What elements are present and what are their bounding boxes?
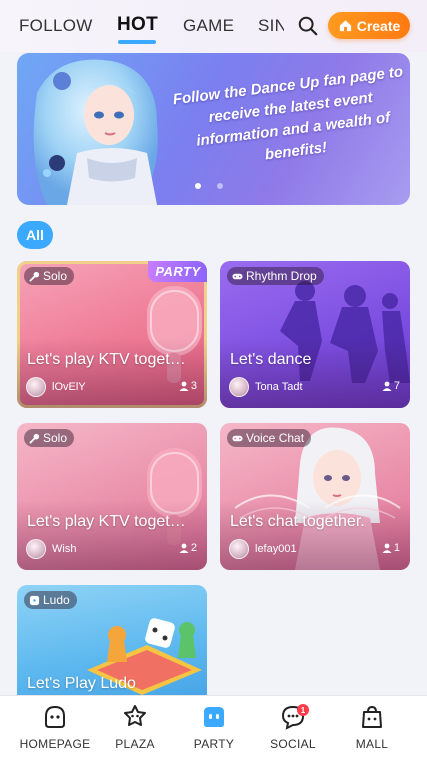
room-host-name: Tona Tadt bbox=[255, 381, 303, 393]
card-shade bbox=[17, 338, 207, 408]
person-icon bbox=[179, 381, 189, 391]
nav-label: SOCIAL bbox=[270, 737, 316, 751]
avatar bbox=[229, 377, 249, 397]
person-icon bbox=[382, 543, 392, 553]
avatar bbox=[26, 539, 46, 559]
member-count-value: 7 bbox=[393, 380, 400, 392]
bottom-navigation: HOMEPAGE PLAZA PARTY SOCIAL 1 MALL bbox=[0, 695, 427, 759]
member-count: 3 bbox=[179, 380, 197, 392]
banner-pagination bbox=[195, 183, 223, 189]
room-card[interactable]: Voice Chat Let's chat together. lefay001… bbox=[220, 423, 410, 570]
member-count-value: 1 bbox=[393, 542, 400, 554]
mall-icon bbox=[362, 705, 382, 728]
dice-icon bbox=[29, 595, 40, 605]
home-icon bbox=[339, 20, 351, 32]
search-icon[interactable] bbox=[297, 15, 319, 37]
room-host-name: lefay001 bbox=[255, 543, 297, 555]
nav-social[interactable]: SOCIAL 1 bbox=[253, 702, 333, 751]
room-title: Let's play KTV toget… bbox=[27, 351, 186, 368]
room-host-name: lOvElY bbox=[52, 381, 86, 393]
nav-mall[interactable]: MALL bbox=[332, 702, 412, 751]
pagination-dot bbox=[195, 183, 201, 189]
nav-label: PARTY bbox=[193, 737, 235, 751]
gamepad-icon bbox=[232, 273, 243, 279]
top-bar: FOLLOW HOT GAME SIN Create bbox=[0, 0, 427, 52]
create-button-label: Create bbox=[356, 17, 401, 34]
tab-game[interactable]: GAME bbox=[183, 16, 234, 36]
nav-label: PLAZA bbox=[115, 737, 155, 751]
promo-banner[interactable]: Follow the Dance Up fan page to receive … bbox=[17, 53, 410, 205]
active-tab-indicator bbox=[118, 40, 156, 44]
room-tag: Voice Chat bbox=[227, 429, 312, 447]
nav-label: HOMEPAGE bbox=[19, 737, 91, 751]
pagination-dot bbox=[217, 183, 223, 189]
plaza-icon bbox=[124, 705, 146, 726]
room-tag-label: Voice Chat bbox=[246, 431, 305, 445]
room-tag: Ludo bbox=[24, 591, 77, 609]
tab-hot[interactable]: HOT bbox=[117, 14, 158, 36]
microphone-icon bbox=[29, 433, 40, 444]
avatar bbox=[229, 539, 249, 559]
member-count: 7 bbox=[382, 380, 400, 392]
party-icon bbox=[204, 707, 224, 727]
room-tag: Solo bbox=[24, 429, 75, 447]
tab-follow[interactable]: FOLLOW bbox=[19, 16, 93, 36]
party-badge: PARTY bbox=[148, 261, 207, 282]
notification-badge: 1 bbox=[297, 704, 309, 716]
room-title: Let's dance bbox=[230, 351, 312, 368]
room-card[interactable]: Solo PARTY Let's play KTV toget… lOvElY … bbox=[17, 261, 207, 408]
nav-homepage[interactable]: HOMEPAGE bbox=[15, 702, 95, 751]
create-button[interactable]: Create bbox=[328, 12, 410, 39]
person-icon bbox=[382, 381, 392, 391]
nav-party[interactable]: PARTY bbox=[174, 702, 254, 751]
member-count: 1 bbox=[382, 542, 400, 554]
member-count-value: 2 bbox=[190, 542, 197, 554]
nav-label: MALL bbox=[355, 737, 389, 751]
member-count: 2 bbox=[179, 542, 197, 554]
avatar bbox=[26, 377, 46, 397]
filter-all-chip[interactable]: All bbox=[17, 221, 53, 249]
room-card[interactable]: Rhythm Drop Let's dance Tona Tadt 7 bbox=[220, 261, 410, 408]
tab-sing[interactable]: SIN bbox=[258, 16, 284, 36]
room-host-name: Wish bbox=[52, 543, 77, 555]
room-tag-label: Solo bbox=[43, 269, 68, 283]
room-title: Let's play KTV toget… bbox=[27, 513, 186, 530]
room-tag-label: Rhythm Drop bbox=[246, 269, 317, 283]
room-tag: Rhythm Drop bbox=[227, 267, 324, 285]
gamepad-icon bbox=[232, 435, 243, 441]
room-card[interactable]: Ludo Let's Play Ludo bbox=[17, 585, 207, 695]
room-tag-label: Solo bbox=[43, 431, 68, 445]
person-icon bbox=[179, 543, 189, 553]
room-tag-label: Ludo bbox=[43, 593, 70, 607]
room-tag: Solo bbox=[24, 267, 75, 285]
nav-plaza[interactable]: PLAZA bbox=[95, 702, 175, 751]
card-shade bbox=[220, 338, 410, 408]
member-count-value: 3 bbox=[190, 380, 197, 392]
room-title: Let's Play Ludo bbox=[27, 675, 136, 692]
room-card[interactable]: Solo Let's play KTV toget… Wish 2 bbox=[17, 423, 207, 570]
room-title: Let's chat together. bbox=[230, 513, 365, 530]
homepage-icon bbox=[45, 705, 65, 728]
card-shade bbox=[17, 500, 207, 570]
card-shade bbox=[220, 500, 410, 570]
microphone-icon bbox=[29, 271, 40, 282]
